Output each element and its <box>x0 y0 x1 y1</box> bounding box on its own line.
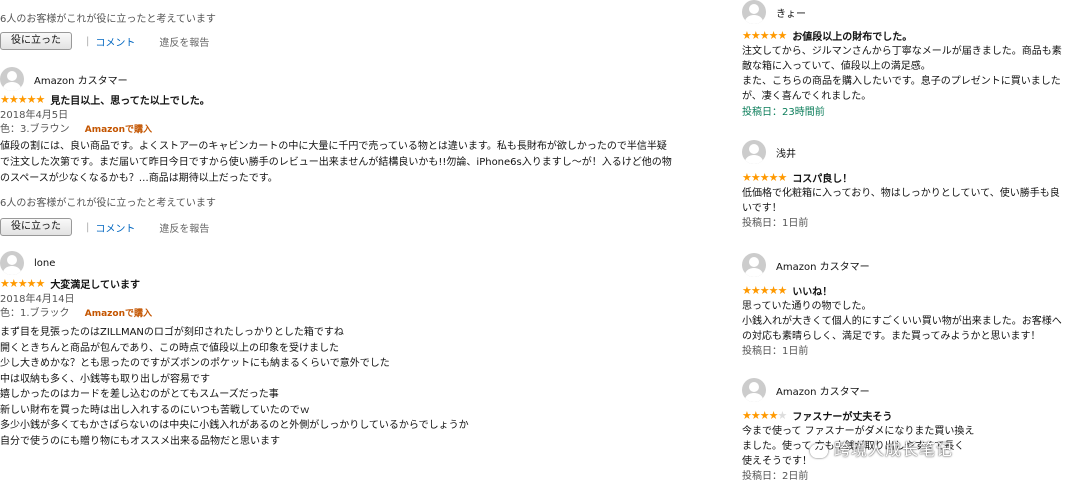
reviewer-profile[interactable]: lone <box>0 249 730 277</box>
reviewer-profile[interactable]: 浅井 <box>742 138 1080 166</box>
variant-label[interactable]: 色：3.ブラウン <box>0 124 70 135</box>
review-body: 値段の割には、良い商品です。よくストアーのキャビンカートの中に大量に千円で売って… <box>0 141 672 184</box>
comment-link[interactable]: コメント <box>95 34 135 49</box>
avatar <box>742 253 766 277</box>
reviewer-name[interactable]: Amazon カスタマー <box>776 258 870 273</box>
review-card: lone ★★★★★ 大変満足しています 2018年4月14日 色：1.ブラック… <box>0 249 730 449</box>
verified-purchase-badge: Amazonで購入 <box>84 309 152 319</box>
review-body: 注文してから、ジルマンさんから丁寧なメールが届きました。商品も素 敵な箱に入って… <box>742 46 1062 102</box>
star-rating: ★★★★★ <box>742 28 787 42</box>
star-rating: ★★★★★ <box>0 276 45 290</box>
avatar <box>742 140 766 164</box>
helpful-count: 6人のお客様がこれが役に立ったと考えています <box>0 198 216 209</box>
posted-time: 投稿日：1日前 <box>742 218 809 229</box>
review-title[interactable]: いいね！ <box>792 283 832 298</box>
posted-time: 投稿日：1日前 <box>742 346 809 357</box>
reviewer-name[interactable]: lone <box>34 258 55 269</box>
helpful-button[interactable]: 役に立った <box>0 218 72 236</box>
wechat-icon <box>810 443 828 458</box>
reviewer-name[interactable]: きょー <box>776 5 806 20</box>
posted-time: 投稿日：2日前 <box>742 471 809 482</box>
reviewer-name[interactable]: Amazon カスタマー <box>776 383 870 398</box>
watermark-text: 跨境人成长笔记 <box>834 440 954 459</box>
avatar <box>742 0 766 24</box>
reviewer-profile[interactable]: Amazon カスタマー <box>742 376 1080 404</box>
avatar <box>742 378 766 402</box>
review-actions: 役に立った | コメント 違反を報告 <box>0 27 730 55</box>
review-title[interactable]: 大変満足しています <box>50 276 140 291</box>
review-date: 2018年4月14日 <box>0 294 75 305</box>
review-body: 思っていた通りの物でした。 小銭入れが大きくて個人的にすごくいい買い物が出来まし… <box>742 301 1062 342</box>
helpful-button[interactable]: 役に立った <box>0 32 72 50</box>
variant-label[interactable]: 色：1.ブラック <box>0 308 70 319</box>
reviewer-profile[interactable]: Amazon カスタマー <box>742 251 1080 279</box>
review-title[interactable]: お値段以上の財布でした。 <box>792 28 912 43</box>
reviewer-name[interactable]: Amazon カスタマー <box>34 72 128 87</box>
review-body: 低価格で化粧箱に入っており、物はしっかりとしていて、使い勝手も良 いです！ <box>742 188 1060 214</box>
avatar <box>0 251 24 275</box>
avatar <box>0 67 24 91</box>
reviewer-profile[interactable]: きょー <box>742 0 1080 26</box>
review-date: 2018年4月5日 <box>0 110 69 121</box>
star-rating: ★★★★★ <box>742 283 787 297</box>
review-card: Amazon カスタマー ★★★★★ 見た目以上、思ってた以上でした。 2018… <box>0 65 730 241</box>
right-review-column: きょー ★★★★★ お値段以上の財布でした。 注文してから、ジルマンさんから丁寧… <box>742 0 1080 484</box>
review-variant-row: 色：1.ブラック Amazonで購入 <box>0 307 730 321</box>
posted-time: 投稿日：23時間前 <box>742 107 825 118</box>
review-title[interactable]: コスパ良し！ <box>792 170 852 185</box>
reviewer-profile[interactable]: Amazon カスタマー <box>0 65 730 93</box>
review-actions: 役に立った | コメント 違反を報告 <box>0 213 730 241</box>
review-title[interactable]: 見た目以上、思ってた以上でした。 <box>50 92 210 107</box>
comment-link[interactable]: コメント <box>95 220 135 235</box>
helpful-count: 6人のお客様がこれが役に立ったと考えています <box>0 14 216 25</box>
star-rating: ★★★★★ <box>0 92 45 106</box>
review-card: Amazon カスタマー ★★★★★ いいね！ 思っていた通りの物でした。 小銭… <box>742 251 1080 359</box>
star-rating: ★★★★★ <box>742 408 787 422</box>
review-card: 浅井 ★★★★★ コスパ良し！ 低価格で化粧箱に入っており、物はしっかりとしてい… <box>742 138 1080 231</box>
watermark: 跨境人成长笔记 <box>810 436 953 460</box>
review-card: きょー ★★★★★ お値段以上の財布でした。 注文してから、ジルマンさんから丁寧… <box>742 0 1080 120</box>
report-abuse-link[interactable]: 違反を報告 <box>159 220 209 235</box>
reviewer-name[interactable]: 浅井 <box>776 145 796 160</box>
left-review-column: 6人のお客様がこれが役に立ったと考えています 役に立った | コメント 違反を報… <box>0 0 730 449</box>
star-rating: ★★★★★ <box>742 170 787 184</box>
verified-purchase-badge: Amazonで購入 <box>84 125 152 135</box>
review-card: Amazon カスタマー ★★★★★ ファスナーが丈夫そう 今まで使って ファス… <box>742 376 1080 484</box>
review-title[interactable]: ファスナーが丈夫そう <box>792 408 892 423</box>
report-abuse-link[interactable]: 違反を報告 <box>159 34 209 49</box>
review-body: まず目を見張ったのはZILLMANのロゴが刻印されたしっかりとした箱ですね 開く… <box>0 327 469 447</box>
review-variant-row: 色：3.ブラウン Amazonで購入 <box>0 123 730 137</box>
